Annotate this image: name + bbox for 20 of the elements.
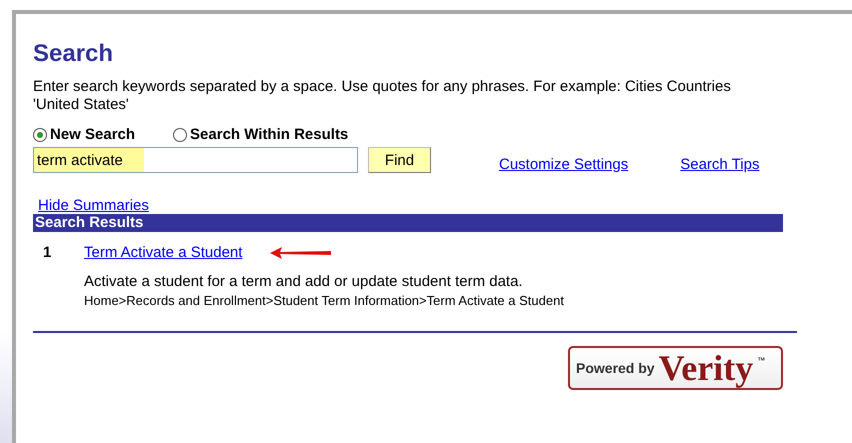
radio-button[interactable]: [173, 128, 188, 142]
logo-text: Powered by: [576, 360, 655, 376]
radio-label[interactable]: New Search: [50, 126, 136, 143]
result-number: 1: [42, 244, 52, 263]
radio-label[interactable]: Search Within Results: [190, 126, 348, 143]
hide-summaries-link[interactable]: Hide Summaries: [38, 197, 149, 214]
instructions-text: Enter search keywords separated by a space. Use quotes for any phrases. For example: Cities Countries 'United States': [33, 78, 732, 114]
link[interactable]: Customize Settings: [499, 156, 628, 173]
result-link[interactable]: Term Activate a Student: [84, 244, 242, 261]
find-button[interactable]: Find: [368, 147, 431, 173]
result-summary: Activate a student for a term and add or update student term data.: [84, 273, 524, 290]
arrow-icon: [270, 246, 332, 260]
logo-brand: Verity: [658, 347, 754, 389]
results-header: Search Results: [33, 214, 783, 232]
trademark-mark: ™: [757, 356, 766, 365]
radio-button[interactable]: [33, 128, 47, 142]
search-field[interactable]: term activate: [33, 147, 358, 173]
page-title: Search: [33, 40, 114, 68]
result-path: Home>Records and Enrollment>Student Term Information>Term Activate a Student: [84, 293, 565, 308]
link[interactable]: Search Tips: [680, 156, 760, 173]
